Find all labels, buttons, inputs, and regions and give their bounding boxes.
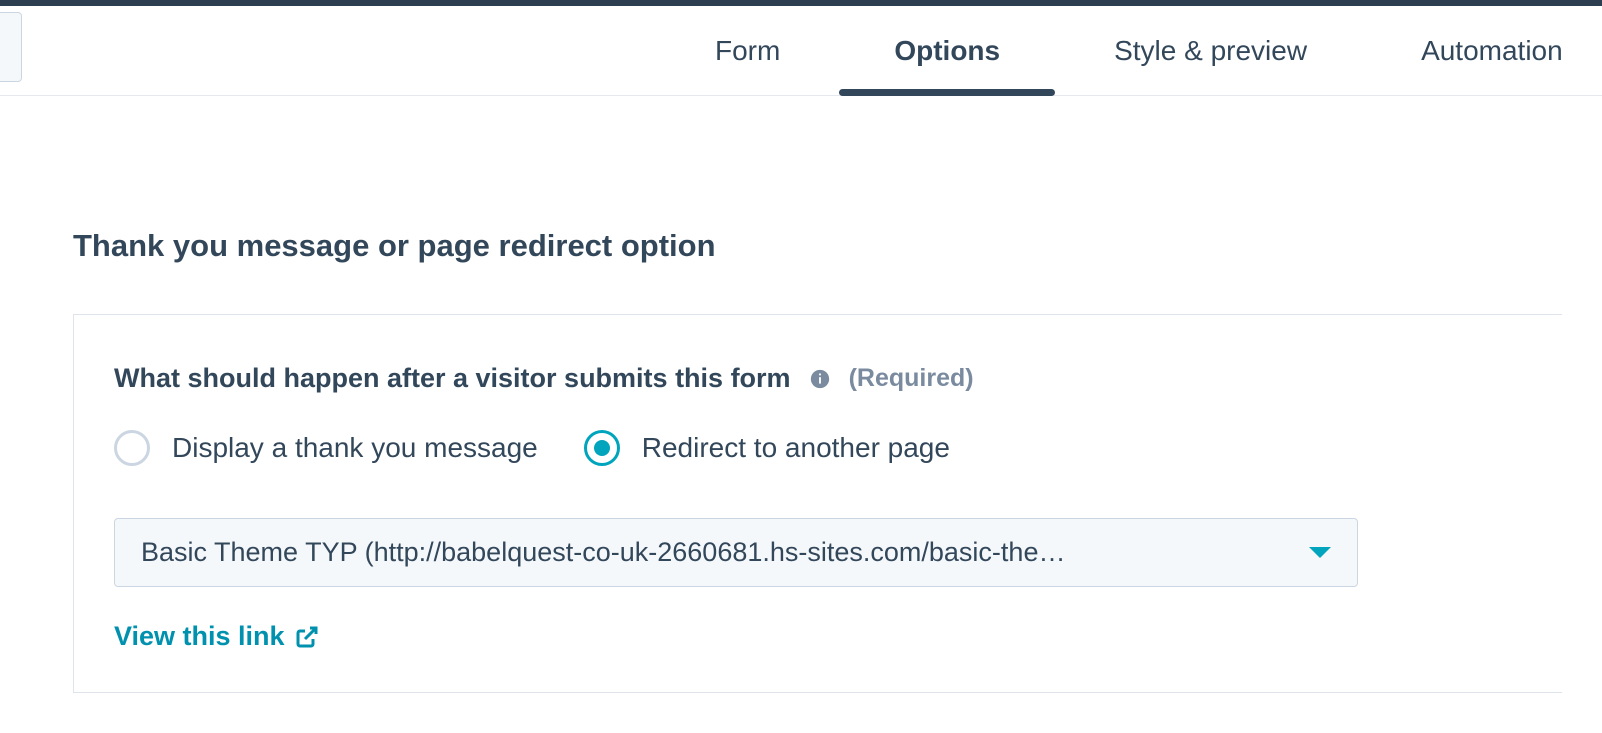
tab-bar: Form Options Style & preview Automation — [0, 6, 1602, 96]
radio-row: Display a thank you message Redirect to … — [114, 430, 1522, 466]
select-value: Basic Theme TYP (http://babelquest-co-uk… — [141, 537, 1065, 568]
left-handle-box — [0, 12, 22, 82]
tab-options[interactable]: Options — [892, 35, 1002, 67]
tab-style-preview[interactable]: Style & preview — [1112, 35, 1309, 67]
info-icon[interactable] — [809, 368, 831, 390]
radio-label: Display a thank you message — [172, 432, 538, 464]
radio-display-thank-you[interactable]: Display a thank you message — [114, 430, 538, 466]
options-panel: What should happen after a visitor submi… — [73, 314, 1562, 693]
required-label: (Required) — [849, 364, 974, 393]
redirect-page-select[interactable]: Basic Theme TYP (http://babelquest-co-uk… — [114, 518, 1358, 587]
chevron-down-icon — [1309, 547, 1331, 558]
external-link-icon — [295, 625, 319, 649]
view-link[interactable]: View this link — [114, 621, 319, 652]
radio-icon — [584, 430, 620, 466]
main-content: Thank you message or page redirect optio… — [0, 96, 1602, 733]
field-label: What should happen after a visitor submi… — [114, 363, 791, 394]
section-title: Thank you message or page redirect optio… — [73, 228, 1562, 264]
link-label: View this link — [114, 621, 285, 652]
tab-automation[interactable]: Automation — [1419, 35, 1565, 67]
field-label-row: What should happen after a visitor submi… — [114, 363, 1522, 394]
radio-redirect-page[interactable]: Redirect to another page — [584, 430, 950, 466]
tab-form[interactable]: Form — [713, 35, 782, 67]
radio-icon — [114, 430, 150, 466]
radio-label: Redirect to another page — [642, 432, 950, 464]
